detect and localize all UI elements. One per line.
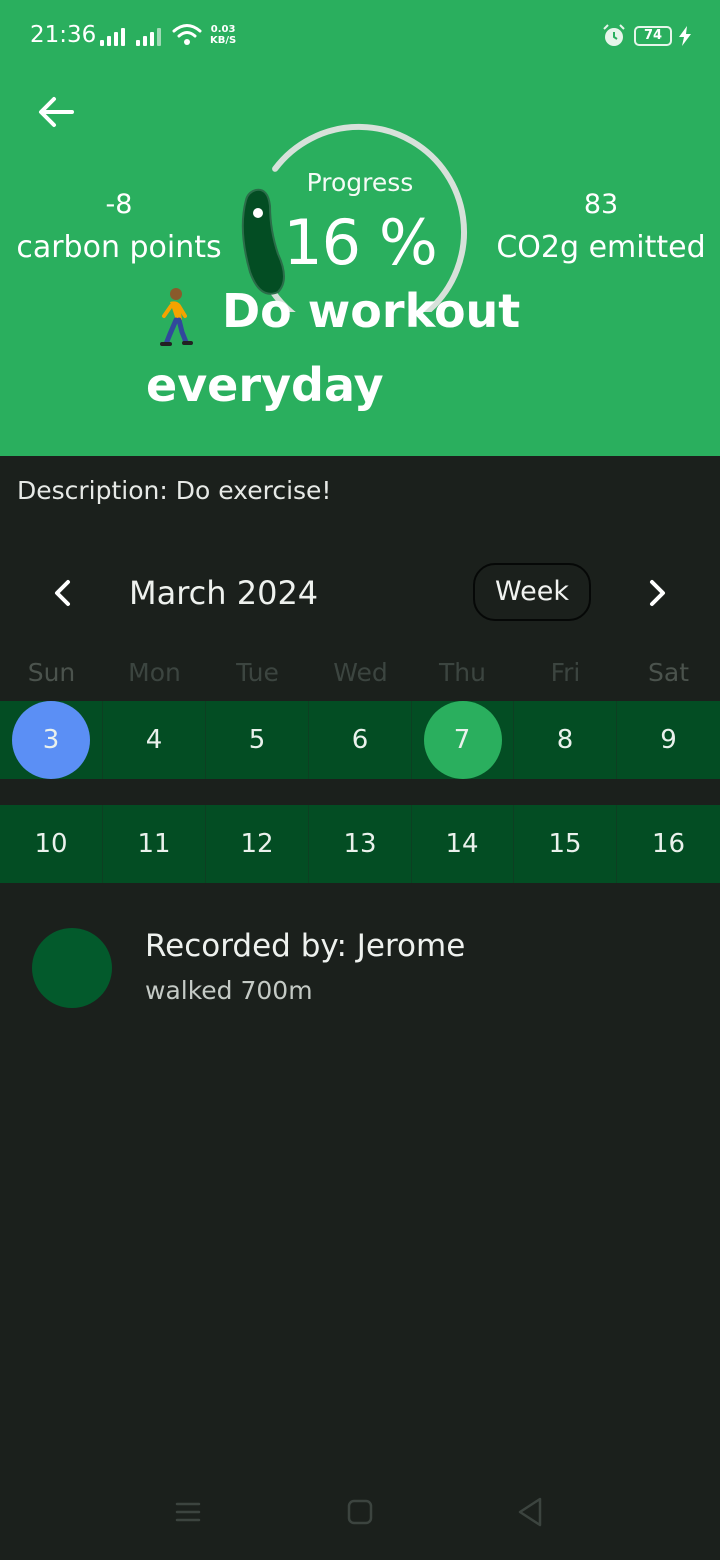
person-walking-icon — [160, 288, 193, 346]
habit-title-line2: everyday — [146, 358, 384, 412]
carbon-points-value: -8 — [105, 189, 133, 220]
net-speed: 0.03 KB/S — [210, 24, 236, 46]
net-speed-unit: KB/S — [210, 35, 237, 46]
habit-title-line1: Do workout — [222, 284, 521, 338]
status-bar: 21:36 0.03 KB/S 74 — [0, 0, 720, 72]
calendar-day[interactable]: 15 — [514, 805, 617, 883]
calendar-week-row: 10 11 12 13 14 15 16 — [0, 805, 720, 883]
calendar-day[interactable]: 10 — [0, 805, 103, 883]
weekday-label: Fri — [550, 658, 581, 687]
weekday-label: Wed — [333, 658, 388, 687]
description-text: Description: Do exercise! — [17, 476, 332, 505]
calendar-week-row: 3 4 5 6 7 8 9 — [0, 701, 720, 779]
back-button[interactable] — [36, 92, 76, 132]
calendar-day[interactable]: 7 — [411, 701, 514, 779]
progress-value: 16 % — [283, 206, 438, 279]
wifi-icon — [172, 24, 202, 45]
weekday-header: Sun Mon Tue Wed Thu Fri Sat — [0, 658, 720, 698]
weekday-label: Tue — [236, 658, 279, 687]
month-title: March 2024 — [129, 574, 319, 612]
progress-label: Progress — [306, 168, 414, 197]
calendar-day[interactable]: 4 — [103, 701, 206, 779]
charging-bolt-icon — [679, 26, 691, 46]
calendar-day[interactable]: 14 — [411, 805, 514, 883]
back-triangle-icon[interactable] — [516, 1496, 544, 1528]
calendar-day[interactable]: 6 — [309, 701, 412, 779]
calendar-day[interactable]: 8 — [514, 701, 617, 779]
carbon-points-label: carbon points — [16, 230, 222, 265]
system-nav-bar — [0, 1480, 720, 1560]
calendar-day[interactable]: 12 — [206, 805, 309, 883]
prev-month-button[interactable] — [46, 576, 80, 610]
co2-stat: 83 CO2g emitted — [486, 186, 716, 272]
header: 21:36 0.03 KB/S 74 -8 carbon points Prog… — [0, 0, 720, 456]
weekday-label: Sun — [27, 658, 76, 687]
weekday-label: Mon — [128, 658, 181, 687]
status-time: 21:36 — [30, 22, 97, 48]
signal-icon — [136, 26, 166, 46]
signal-icon — [100, 26, 130, 46]
alarm-icon — [603, 24, 625, 46]
calendar-day[interactable]: 13 — [309, 805, 412, 883]
record-subtitle: walked 700m — [145, 976, 313, 1005]
co2-label: CO2g emitted — [496, 230, 706, 265]
battery-indicator: 74 — [634, 26, 672, 46]
menu-icon[interactable] — [174, 1498, 202, 1526]
record-title: Recorded by: Jerome — [145, 928, 466, 964]
month-navigation: March 2024 Week — [0, 556, 720, 628]
co2-value: 83 — [583, 189, 619, 220]
weekday-label: Sat — [648, 658, 689, 687]
week-view-toggle[interactable]: Week — [473, 563, 591, 621]
calendar-day[interactable]: 9 — [617, 701, 720, 779]
weekday-label: Thu — [439, 658, 486, 687]
calendar-day[interactable]: 3 — [0, 701, 103, 779]
home-icon[interactable] — [346, 1498, 374, 1526]
record-list-item[interactable]: Recorded by: Jerome walked 700m — [0, 920, 720, 1020]
calendar-day[interactable]: 16 — [617, 805, 720, 883]
net-speed-value: 0.03 — [210, 24, 236, 35]
calendar-day[interactable]: 5 — [206, 701, 309, 779]
carbon-points-stat: -8 carbon points — [0, 186, 238, 272]
calendar-day[interactable]: 11 — [103, 805, 206, 883]
next-month-button[interactable] — [640, 576, 674, 610]
avatar — [32, 928, 112, 1008]
